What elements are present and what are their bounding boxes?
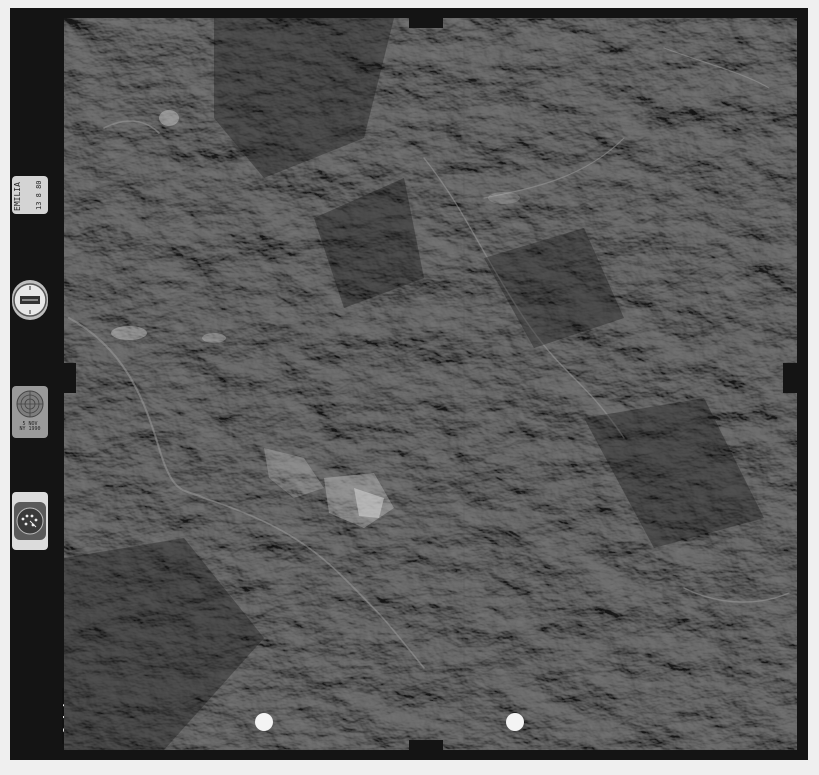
altimeter-icon: [13, 283, 47, 317]
label-line-3: 13 8 80: [35, 180, 43, 210]
aerial-photo: [64, 18, 797, 750]
label-line-2: [25, 182, 35, 212]
fiducial-right: [783, 363, 797, 393]
data-strip: EMILIA 13 8 80 5 NOV NY 1990: [10, 8, 54, 760]
fiducial-left: [64, 363, 76, 393]
level-gauge: 5 NOV NY 1990: [12, 386, 48, 438]
altimeter-gauge: [12, 280, 48, 320]
fiducial-bottom: [409, 740, 443, 750]
label-panel: EMILIA 13 8 80: [12, 176, 48, 214]
terrain-image: [64, 18, 797, 750]
level-bubble-icon: [16, 390, 44, 418]
clock-gauge: [12, 492, 48, 550]
fiducial-dot-right: [506, 713, 524, 731]
level-label: 5 NOV NY 1990: [19, 421, 41, 432]
fiducial-dot-left: [255, 713, 273, 731]
fiducial-top: [409, 18, 443, 28]
clock-icon: [14, 502, 46, 540]
